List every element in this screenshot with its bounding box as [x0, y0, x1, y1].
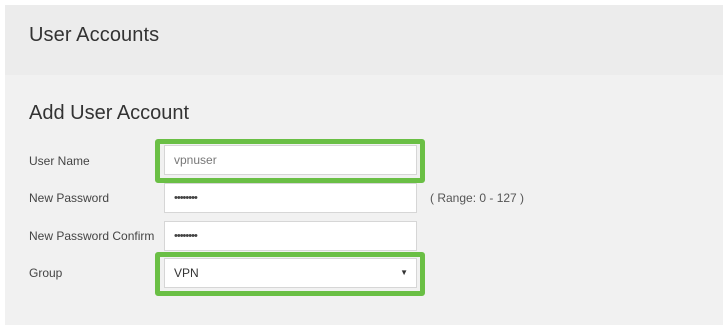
username-input[interactable]: vpnuser [164, 145, 417, 175]
group-label: Group [29, 266, 63, 280]
password-confirm-input[interactable]: •••••••• [164, 221, 417, 251]
page-title: User Accounts [29, 24, 160, 46]
password-label: New Password [29, 191, 110, 205]
password-range-hint: ( Range: 0 - 127 ) [430, 191, 525, 205]
password-input[interactable]: •••••••• [164, 183, 417, 213]
add-user-panel: Add User Account User Name vpnuser New P… [5, 75, 723, 325]
page-header: User Accounts [5, 5, 723, 75]
group-select-value: VPN [174, 266, 199, 280]
chevron-down-icon[interactable]: ▼ [400, 259, 408, 287]
password-confirm-label: New Password Confirm [29, 229, 155, 243]
username-label: User Name [29, 154, 90, 168]
group-select[interactable]: VPN ▼ [164, 258, 417, 288]
section-title: Add User Account [29, 102, 190, 124]
